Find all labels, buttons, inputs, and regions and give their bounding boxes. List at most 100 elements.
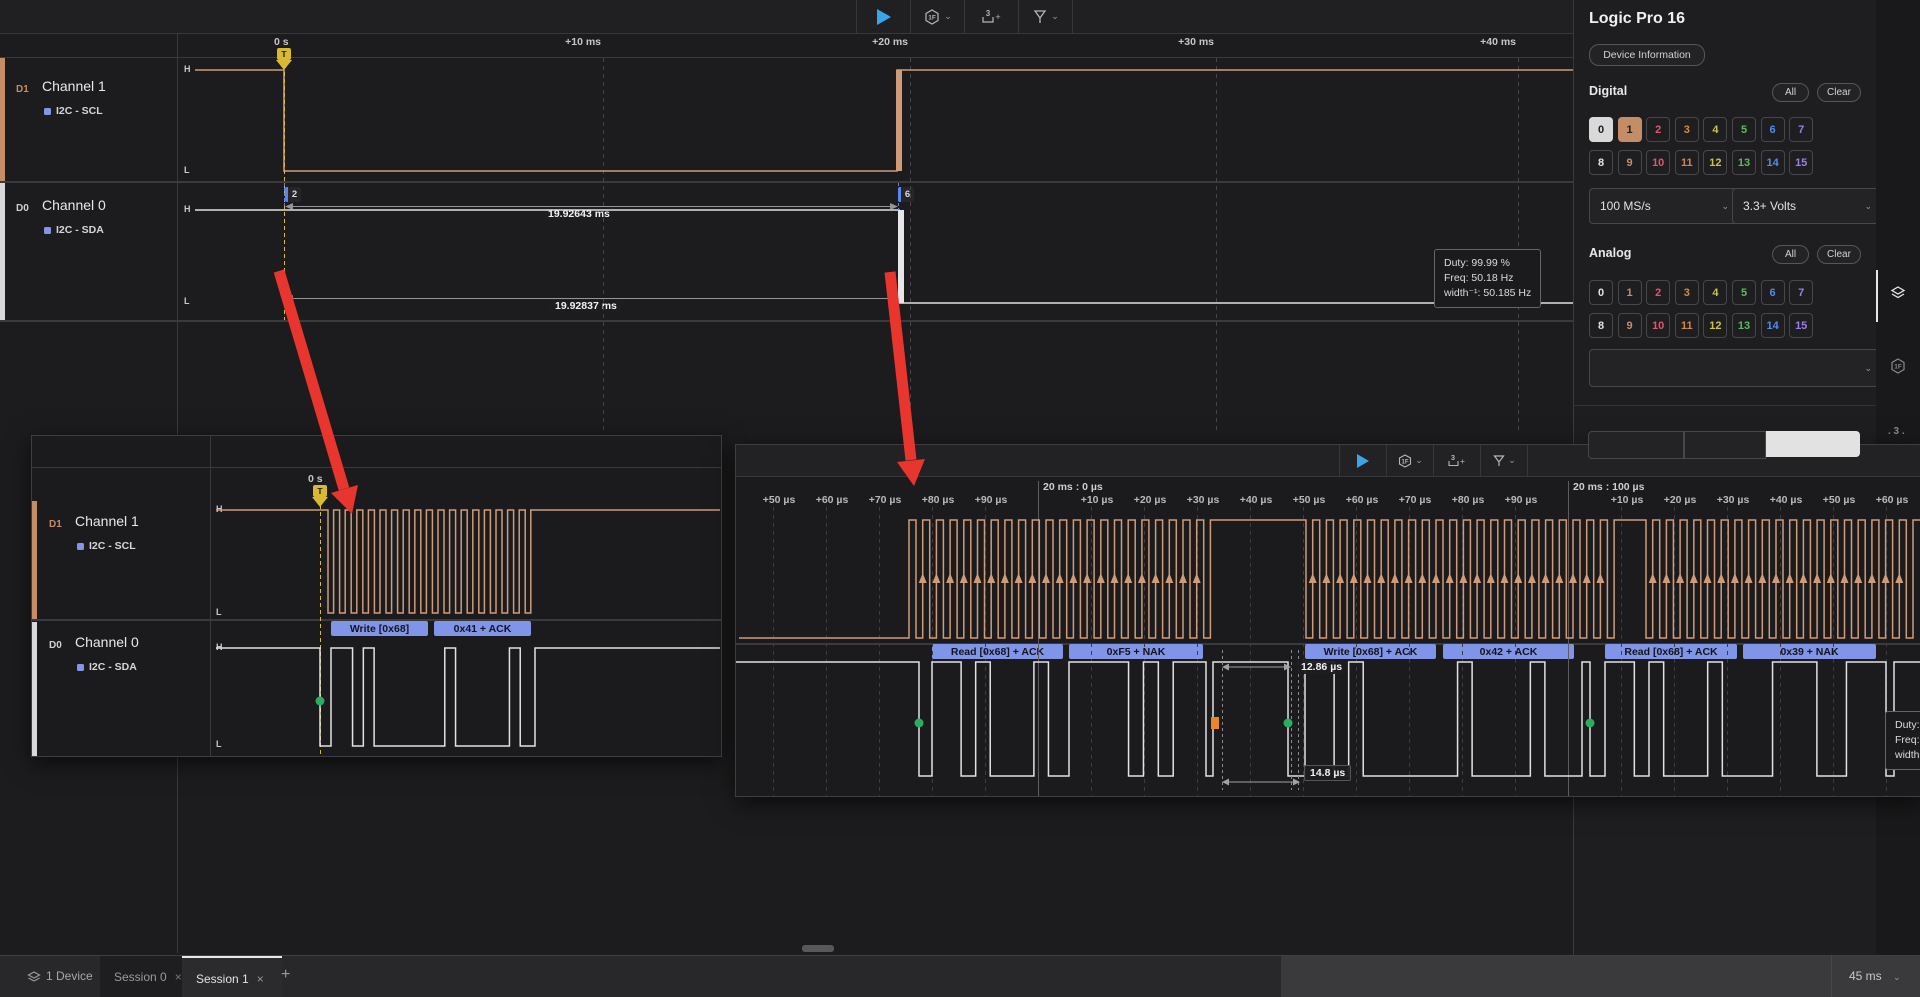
channel-button-0[interactable]: 0 [1589,117,1613,142]
channel-button-3[interactable]: 3 [1674,117,1699,142]
trigger-button[interactable]: ⌄ [1480,445,1528,476]
measurements-button[interactable]: 3 + [964,0,1018,33]
i2c-decode-label[interactable]: Read [0x68] + ACK [1605,644,1737,659]
level-low-label: L [216,607,222,617]
channel-button-15[interactable]: 15 [1789,150,1814,175]
rising-edge-arrow [1390,573,1399,583]
rising-edge-arrow [918,573,927,583]
channel-button-11[interactable]: 11 [1674,150,1699,175]
channel-button-10[interactable]: 10 [1646,313,1671,338]
channel-button-9[interactable]: 9 [1617,150,1642,175]
trigger-marker[interactable]: T [313,485,327,497]
voltage-dropdown[interactable]: 3.3+ Volts ⌄ [1732,188,1883,224]
rising-edge-arrow [1785,573,1794,583]
digital-all-button[interactable]: All [1772,83,1809,102]
channel-button-5[interactable]: 5 [1732,117,1756,142]
capture-mode-segment-active[interactable] [1766,431,1860,457]
measurement-top[interactable]: 19.92643 ms [543,207,615,221]
channel-button-5[interactable]: 5 [1732,280,1756,305]
channel-button-1[interactable]: 1 [1617,117,1642,142]
measure-top-label: 12.86 µs [1296,660,1348,674]
channel-button-15[interactable]: 15 [1789,313,1814,338]
trigger-marker[interactable]: T [277,48,291,60]
tab-session-1[interactable]: Session 1 × [182,956,282,997]
channel-button-13[interactable]: 13 [1732,150,1756,175]
sample-rate-dropdown[interactable]: 100 MS/s ⌄ [1589,188,1740,224]
channel-button-0[interactable]: 0 [1589,280,1613,305]
rising-edge-arrow [932,573,941,583]
measurements-button[interactable]: 3 + [1433,445,1480,476]
channel-button-14[interactable]: 14 [1760,150,1785,175]
rising-edge-arrow [1881,573,1890,583]
capture-mode-segment-1[interactable] [1588,431,1684,459]
channel-button-2[interactable]: 2 [1646,117,1671,142]
capture-mode-segment-2[interactable] [1684,431,1766,459]
rising-edge-arrow [1826,573,1835,583]
channel-0-name[interactable]: Channel 0 [75,634,139,650]
device-count[interactable]: 1 Device [46,969,93,983]
analyzers-panel-icon[interactable]: 1F [1889,357,1907,375]
channel-button-7[interactable]: 7 [1789,117,1814,142]
analog-all-button[interactable]: All [1772,245,1809,264]
digital-clear-button[interactable]: Clear [1817,83,1861,102]
channel-1-analyzer[interactable]: I2C - SCL [89,540,136,552]
measure-arrow [285,203,293,210]
ruler-label: +30 µs [1186,494,1220,506]
i2c-decode-label[interactable]: Write [0x68] + ACK [1305,644,1436,659]
channel-button-7[interactable]: 7 [1789,280,1814,305]
play-button[interactable] [856,0,910,33]
channel-button-8[interactable]: 8 [1589,150,1613,175]
devices-panel-icon[interactable] [1889,284,1907,302]
channel-button-4[interactable]: 4 [1703,280,1728,305]
channel-1-name[interactable]: Channel 1 [42,78,106,94]
new-session-button[interactable]: + [281,966,290,984]
channel-button-14[interactable]: 14 [1760,313,1785,338]
channel-0-analyzer[interactable]: I2C - SDA [56,224,104,236]
channel-button-12[interactable]: 12 [1703,150,1728,175]
timing-marker-6[interactable]: 6 [898,187,914,202]
time-range-selector[interactable]: 45 ms ⌄ [1849,969,1901,983]
channel-1-analyzer[interactable]: I2C - SCL [56,105,103,117]
i2c-decode-label[interactable]: 0x39 + NAK [1743,644,1876,659]
channel-button-1[interactable]: 1 [1617,280,1642,305]
rising-edge-arrow [1110,573,1119,583]
channel-button-12[interactable]: 12 [1703,313,1728,338]
play-button[interactable] [1339,445,1386,476]
i2c-decode-label[interactable]: 0x42 + ACK [1443,644,1574,659]
channel-button-3[interactable]: 3 [1674,280,1699,305]
i2c-decode-label[interactable]: Write [0x68] [331,621,428,636]
i2c-decode-label[interactable]: Read [0x68] + ACK [932,644,1063,659]
channel-button-8[interactable]: 8 [1589,313,1613,338]
i2c-decode-label[interactable]: 0x41 + ACK [434,621,531,636]
capture-settings-button[interactable]: 1F ⌄ [910,0,964,33]
trigger-button[interactable]: ⌄ [1018,0,1073,33]
timing-marker-2[interactable]: 2 [285,187,301,202]
measurements-panel-icon[interactable]: . 3 . [1888,426,1905,437]
channel-1-name[interactable]: Channel 1 [75,513,139,529]
close-icon[interactable]: × [175,970,182,984]
channel-button-6[interactable]: 6 [1760,117,1785,142]
channel-button-4[interactable]: 4 [1703,117,1728,142]
ruler-label: +40 µs [1769,494,1803,506]
ruler-label: +50 µs [1822,494,1856,506]
chevron-down-icon: ⌄ [1415,455,1423,465]
channel-0-analyzer[interactable]: I2C - SDA [89,661,137,673]
horizontal-scrollbar-thumb[interactable] [802,945,834,952]
analyzer-dropdown[interactable]: ⌄ [1589,349,1883,387]
channel-button-10[interactable]: 10 [1646,150,1671,175]
measurement-bottom[interactable]: 19.92837 ms [550,299,622,313]
channel-button-2[interactable]: 2 [1646,280,1671,305]
channel-button-9[interactable]: 9 [1617,313,1642,338]
analog-clear-button[interactable]: Clear [1817,245,1861,264]
capture-settings-button[interactable]: 1F ⌄ [1386,445,1433,476]
channel-button-11[interactable]: 11 [1674,313,1699,338]
rising-edge-arrow [1514,573,1523,583]
channel-button-6[interactable]: 6 [1760,280,1785,305]
rising-edge-arrow [1028,573,1037,583]
analyzer-color-swatch [44,108,51,115]
channel-0-name[interactable]: Channel 0 [42,197,106,213]
device-information-button[interactable]: Device Information [1589,44,1705,66]
channel-button-13[interactable]: 13 [1732,313,1756,338]
close-icon[interactable]: × [257,972,264,986]
i2c-decode-label[interactable]: 0xF5 + NAK [1069,644,1203,659]
